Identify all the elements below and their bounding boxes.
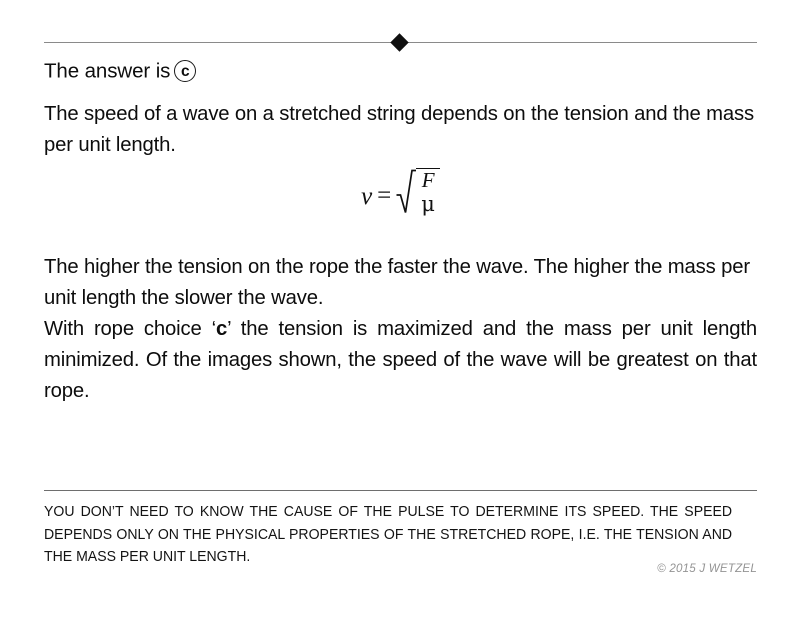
answer-line: The answer is c (44, 57, 197, 86)
paragraph-tension-relation: The higher the tension on the rope the f… (44, 256, 750, 309)
formula-radical: F μ (396, 168, 440, 217)
copyright-text: © 2015 J WETZEL (657, 562, 757, 575)
formula-equals-sign: = (377, 182, 392, 209)
formula-fraction: F μ (416, 168, 440, 217)
header-divider (44, 33, 757, 58)
answer-label: The answer is (44, 59, 171, 83)
formula-numerator-F: F (421, 168, 435, 192)
slide-canvas: The answer is c The speed of a wave on a … (0, 0, 800, 617)
rope-choice-emphasis: c (216, 318, 228, 340)
footer-rule (44, 490, 757, 491)
footer-note: YOU DON’T NEED TO KNOW THE CAUSE OF THE … (44, 504, 733, 565)
square-root-icon (396, 169, 417, 213)
formula-variable-v: v (361, 183, 373, 210)
formula-wave-speed: v = F μ (44, 168, 757, 217)
answer-choice-badge: c (174, 59, 197, 82)
formula-denominator-mu: μ (421, 192, 435, 216)
paragraph-rope-choice: With rope choice ‘c’ the tension is maxi… (44, 314, 757, 407)
paragraph-wave-speed: The speed of a wave on a stretched strin… (44, 103, 755, 156)
formula-expression: v = F μ (361, 168, 440, 217)
rope-choice-text-before: With rope choice ‘ (44, 318, 217, 340)
diamond-bullet-icon (390, 33, 409, 52)
